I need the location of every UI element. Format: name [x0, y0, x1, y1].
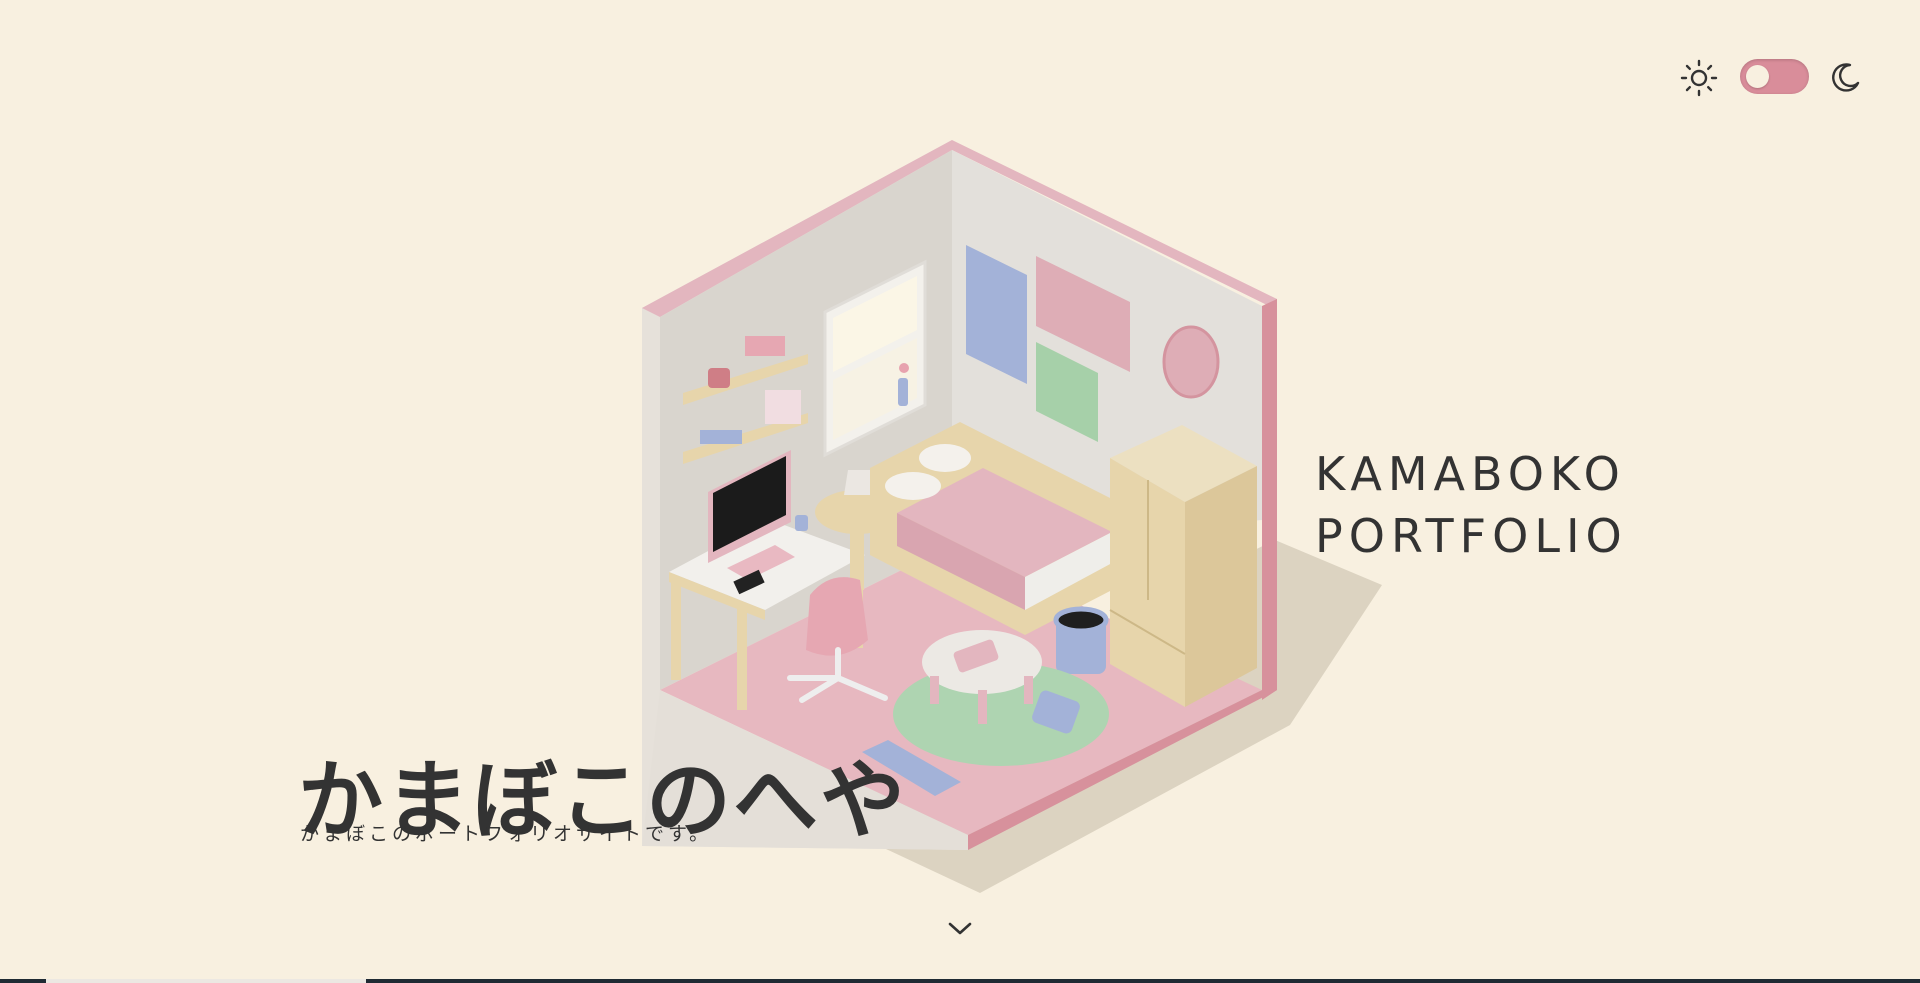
trash-bin-top — [1053, 606, 1109, 634]
brand-line-1: KAMABOKO — [1315, 447, 1626, 502]
coffee-table-leg-2 — [1024, 676, 1033, 704]
moon-icon[interactable] — [1828, 61, 1862, 95]
chevron-down-icon[interactable] — [946, 918, 974, 938]
shelf-books-top — [745, 336, 785, 356]
flower — [899, 363, 909, 373]
toggle-knob — [1746, 65, 1769, 88]
coffee-table-leg-3 — [978, 690, 987, 724]
hero-subtitle: かまぼこのポートフォリオサイトです。 — [300, 823, 713, 845]
bottom-strip — [0, 979, 1920, 983]
shelf-box — [765, 390, 801, 424]
theme-toggle — [1680, 58, 1864, 97]
wall-clock — [1162, 325, 1220, 399]
sun-icon[interactable] — [1680, 59, 1718, 97]
mug — [795, 515, 808, 531]
desk-leg-1 — [671, 580, 681, 680]
pillow-2 — [919, 444, 971, 472]
plant-pot — [708, 368, 730, 388]
pillow-1 — [885, 472, 941, 500]
desk-leg-2 — [737, 606, 747, 710]
lamp — [844, 470, 874, 495]
brand-line-2: PORTFOLIO — [1315, 509, 1628, 564]
shelf-books-bottom — [700, 430, 742, 444]
brand-title: KAMABOKO PORTFOLIO — [1315, 443, 1628, 567]
right-wall-side — [1262, 299, 1277, 700]
vase — [898, 378, 908, 406]
coffee-table-leg-1 — [930, 676, 939, 704]
bottom-strip-segment — [46, 979, 366, 983]
theme-toggle-switch[interactable] — [1740, 59, 1809, 94]
wardrobe-side — [1185, 466, 1257, 707]
